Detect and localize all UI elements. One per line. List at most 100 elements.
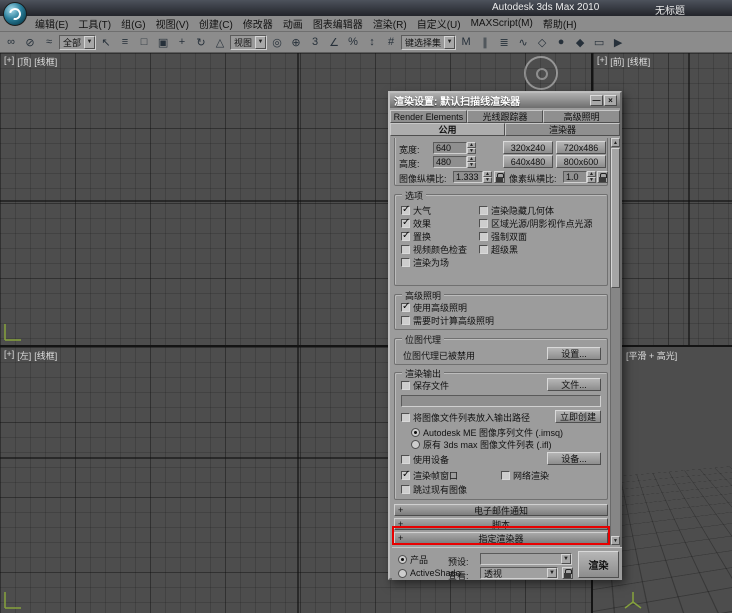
radio-production[interactable]: 产品 — [398, 553, 428, 565]
viewport-menu-general[interactable]: [+] — [4, 55, 14, 68]
select-and-link-icon[interactable]: ∞ — [2, 34, 20, 51]
reference-coordinate-system-dropdown[interactable]: 视图 ▼ — [230, 34, 268, 50]
menu-edit[interactable]: 编辑(E) — [30, 16, 73, 31]
schematic-view-icon[interactable]: ◇ — [533, 34, 551, 51]
close-button[interactable]: × — [604, 95, 617, 106]
image-aspect-spinner[interactable]: ▲ ▼ — [483, 171, 492, 183]
tab-renderer[interactable]: 渲染器 — [505, 123, 620, 136]
select-and-scale-icon[interactable]: △ — [211, 34, 229, 51]
angle-snap-toggle-icon[interactable]: ∠ — [325, 34, 343, 51]
unlink-selection-icon[interactable]: ⊘ — [21, 34, 39, 51]
spinner-snap-toggle-icon[interactable]: ↕ — [363, 34, 381, 51]
tab-advanced-lighting[interactable]: 高级照明 — [543, 110, 621, 123]
tab-common[interactable]: 公用 — [390, 123, 505, 136]
checkbox-super-black[interactable]: 超级黑 — [479, 243, 593, 256]
menu-group[interactable]: 组(G) — [116, 16, 150, 31]
rollup-email-notifications[interactable]: + 电子邮件通知 — [394, 504, 608, 516]
menu-customize[interactable]: 自定义(U) — [412, 16, 466, 31]
menu-rendering[interactable]: 渲染(R) — [368, 16, 412, 31]
checkbox-use-advanced-lighting[interactable]: 使用高级照明 — [401, 301, 494, 314]
3ds-max-logo-icon[interactable] — [3, 2, 27, 26]
select-object-icon[interactable]: ↖ — [97, 34, 115, 51]
tab-render-elements[interactable]: Render Elements — [390, 110, 467, 123]
radio-legacy-ifl[interactable]: 原有 3ds max 图像文件列表 (.ifl) — [411, 438, 552, 450]
bitmap-proxies-setup-button[interactable]: 设置... — [547, 347, 601, 360]
height-field[interactable]: 480 — [433, 156, 467, 168]
viewport-menu-shading[interactable]: [平滑 + 高光] — [626, 349, 677, 362]
viewport-menu-shading[interactable]: [线框] — [627, 55, 650, 68]
pixel-aspect-field[interactable]: 1.0 — [563, 171, 587, 183]
preset-720x486-button[interactable]: 720x486 — [556, 141, 606, 154]
layer-manager-icon[interactable]: ≣ — [495, 34, 513, 51]
tab-raytracer[interactable]: 光线跟踪器 — [466, 110, 544, 123]
checkbox-render-to-fields[interactable]: 渲染为场 — [401, 256, 467, 269]
menu-tools[interactable]: 工具(T) — [73, 16, 116, 31]
window-crossing-icon[interactable]: ▣ — [154, 34, 172, 51]
image-aspect-field[interactable]: 1.333 — [453, 171, 483, 183]
menu-views[interactable]: 视图(V) — [151, 16, 194, 31]
scroll-down-icon[interactable]: ▼ — [611, 536, 620, 545]
menu-help[interactable]: 帮助(H) — [538, 16, 582, 31]
viewport-menu-pov[interactable]: [前] — [610, 55, 624, 68]
checkbox-area-lights-as-points[interactable]: 区域光源/阴影视作点光源 — [479, 217, 593, 230]
radio-autodesk-me-imsq[interactable]: Autodesk ME 图像序列文件 (.imsq) — [411, 426, 563, 438]
checkbox-image-file-list[interactable]: 将图像文件列表放入输出路径 — [401, 411, 530, 424]
viewport-menu-general[interactable]: [+] — [597, 55, 607, 68]
menu-modifiers[interactable]: 修改器 — [238, 16, 278, 31]
dialog-title-bar[interactable]: 渲染设置: 默认扫描线渲染器 — [390, 93, 620, 108]
scrollbar-thumb[interactable] — [611, 148, 620, 288]
bind-to-space-warp-icon[interactable]: ≈ — [40, 34, 58, 51]
scroll-up-icon[interactable]: ▲ — [611, 138, 620, 147]
rendered-frame-window-icon[interactable]: ▭ — [590, 34, 608, 51]
snap-toggle-icon[interactable]: 3 — [306, 34, 324, 51]
material-editor-icon[interactable]: ● — [552, 34, 570, 51]
select-and-move-icon[interactable]: + — [173, 34, 191, 51]
curve-editor-icon[interactable]: ∿ — [514, 34, 532, 51]
select-and-rotate-icon[interactable]: ↻ — [192, 34, 210, 51]
menu-create[interactable]: 创建(C) — [194, 16, 238, 31]
viewport-lock-icon[interactable] — [562, 567, 573, 579]
pixel-aspect-spinner[interactable]: ▲ ▼ — [587, 171, 596, 183]
devices-button[interactable]: 设备... — [547, 452, 601, 465]
named-selection-sets-dropdown[interactable]: 键选择集 ▼ — [401, 34, 457, 50]
viewport-menu-shading[interactable]: [线框] — [34, 349, 57, 362]
checkbox-rendered-frame-window[interactable]: 渲染帧窗口 — [401, 469, 458, 482]
preset-dropdown[interactable]: ▼ — [480, 553, 572, 565]
viewport-menu-shading[interactable]: [线框] — [34, 55, 57, 68]
checkbox-use-device[interactable]: 使用设备 — [401, 453, 449, 466]
checkbox-save-file[interactable]: 保存文件 — [401, 379, 449, 392]
checkbox-atmosphere[interactable]: 大气 — [401, 204, 467, 217]
preset-640x480-button[interactable]: 640x480 — [503, 155, 553, 168]
create-now-button[interactable]: 立即创建 — [555, 410, 601, 423]
percent-snap-toggle-icon[interactable]: % — [344, 34, 362, 51]
mirror-icon[interactable]: M — [457, 34, 475, 51]
select-and-manipulate-icon[interactable]: ⊕ — [287, 34, 305, 51]
rectangular-selection-region-icon[interactable]: □ — [135, 34, 153, 51]
checkbox-force-two-sided[interactable]: 强制双面 — [479, 230, 593, 243]
menu-animation[interactable]: 动画 — [278, 16, 308, 31]
render-production-icon[interactable]: ▶ — [609, 34, 627, 51]
image-aspect-lock-icon[interactable] — [494, 171, 505, 183]
align-icon[interactable]: ∥ — [476, 34, 494, 51]
preset-320x240-button[interactable]: 320x240 — [503, 141, 553, 154]
menu-graph-editors[interactable]: 图表编辑器 — [308, 16, 368, 31]
checkbox-effects[interactable]: 效果 — [401, 217, 467, 230]
width-spinner[interactable]: ▲ ▼ — [467, 142, 476, 154]
viewport-menu-pov[interactable]: [顶] — [17, 55, 31, 68]
viewport-dropdown[interactable]: 透视 ▼ — [480, 567, 558, 579]
checkbox-net-render[interactable]: 网络渲染 — [501, 469, 549, 482]
checkbox-video-color-check[interactable]: 视频颜色检查 — [401, 243, 467, 256]
files-button[interactable]: 文件... — [547, 378, 601, 391]
selection-filter-dropdown[interactable]: 全部 ▼ — [59, 34, 97, 50]
select-by-name-icon[interactable]: ≡ — [116, 34, 134, 51]
width-field[interactable]: 640 — [433, 142, 467, 154]
preset-800x600-button[interactable]: 800x600 — [556, 155, 606, 168]
pixel-aspect-lock-icon[interactable] — [597, 171, 608, 183]
render-button[interactable]: 渲染 — [578, 551, 619, 578]
edit-named-selection-sets-icon[interactable]: # — [382, 34, 400, 51]
use-pivot-point-center-icon[interactable]: ◎ — [268, 34, 286, 51]
viewport-menu-general[interactable]: [+] — [4, 349, 14, 362]
checkbox-skip-existing-images[interactable]: 跳过现有图像 — [401, 483, 467, 496]
checkbox-render-hidden-geometry[interactable]: 渲染隐藏几何体 — [479, 204, 593, 217]
output-path-field[interactable] — [401, 395, 601, 407]
